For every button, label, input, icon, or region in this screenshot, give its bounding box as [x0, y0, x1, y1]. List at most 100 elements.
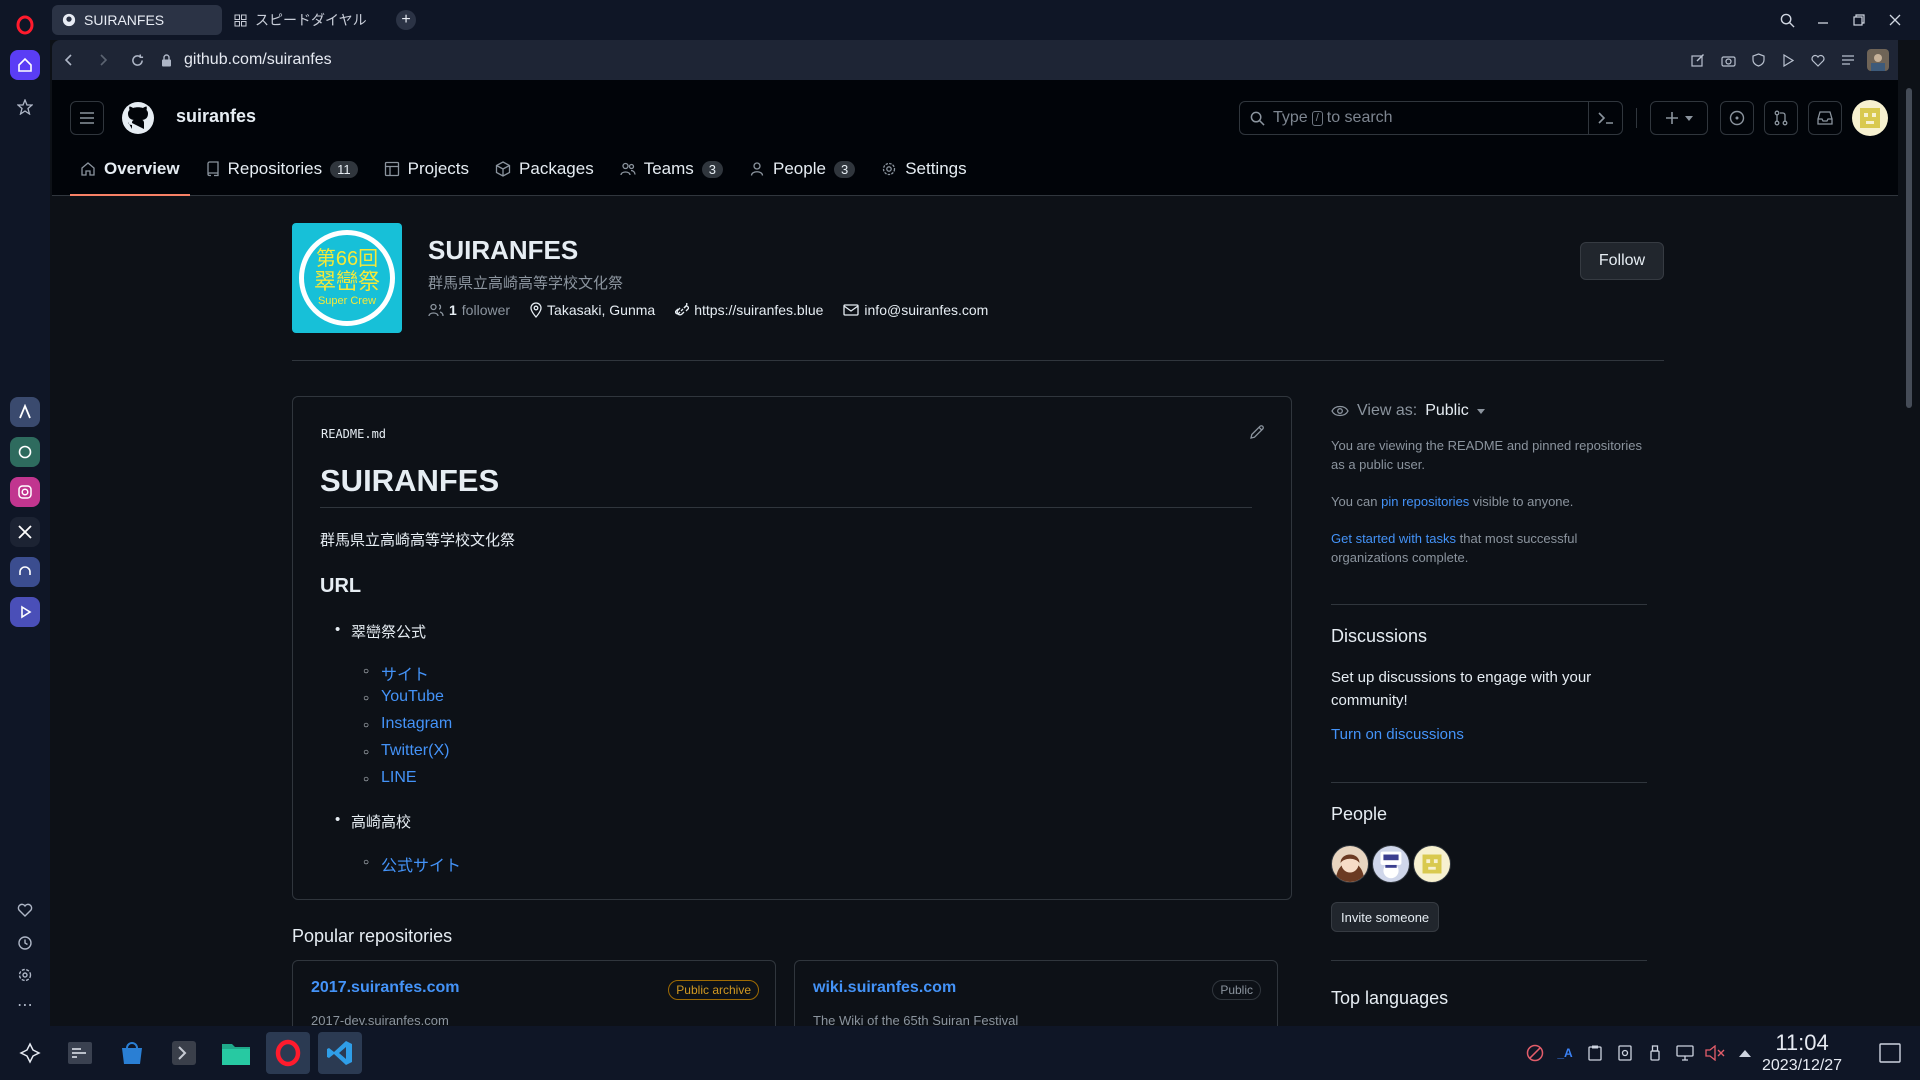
opera-logo-icon[interactable] [10, 10, 40, 40]
player-icon[interactable] [10, 597, 40, 627]
blocked-icon[interactable] [1524, 1040, 1546, 1066]
pin-repositories-link[interactable]: pin repositories [1381, 494, 1469, 509]
link-twitter[interactable]: Twitter(X) [363, 742, 450, 760]
repo-name-link[interactable]: wiki.suiranfes.com [813, 979, 956, 997]
link-instagram[interactable]: Instagram [363, 715, 452, 733]
music-player-icon[interactable] [10, 557, 40, 587]
tab-projects[interactable]: Projects [374, 142, 479, 196]
tab-teams[interactable]: Teams 3 [610, 142, 733, 196]
store-icon[interactable] [110, 1032, 154, 1074]
tab-label: SUIRANFES [84, 12, 165, 28]
konsole-icon[interactable] [162, 1032, 206, 1074]
link-official-site[interactable]: 公式サイト [363, 852, 461, 876]
create-new-button[interactable] [1650, 101, 1708, 135]
close-icon[interactable] [1884, 9, 1906, 31]
tab-speed-dial[interactable]: スピードダイヤル [224, 5, 384, 35]
website-link[interactable]: https://suiranfes.blue [675, 302, 823, 318]
show-desktop-icon[interactable] [1878, 1040, 1902, 1066]
page-scrollbar[interactable] [1898, 80, 1920, 1026]
hamburger-menu-button[interactable] [70, 101, 104, 135]
tab-people[interactable]: People 3 [739, 142, 865, 196]
tab-repositories[interactable]: Repositories 11 [196, 142, 368, 196]
tab-overview[interactable]: Overview [70, 142, 190, 196]
home-icon[interactable] [10, 50, 40, 80]
tab-packages[interactable]: Packages [485, 142, 604, 196]
search-input[interactable]: Type / to search [1239, 101, 1623, 135]
tab-label: Projects [407, 159, 470, 178]
avatar[interactable] [1372, 845, 1410, 883]
link-site[interactable]: サイト [363, 661, 429, 685]
heart-icon[interactable] [1806, 48, 1830, 72]
edit-icon[interactable] [1686, 48, 1710, 72]
tab-suiranfes[interactable]: SUIRANFES [52, 5, 222, 35]
follow-button[interactable]: Follow [1580, 242, 1664, 280]
clipboard-icon[interactable] [1584, 1040, 1606, 1066]
home-icon [80, 161, 96, 177]
more-icon[interactable]: ⋯ [10, 990, 40, 1020]
pull-requests-button[interactable] [1764, 101, 1798, 135]
people-title: People [1331, 804, 1388, 824]
invite-someone-button[interactable]: Invite someone [1331, 902, 1440, 932]
heart-icon[interactable] [10, 895, 40, 925]
get-started-tasks-link[interactable]: Get started with tasks [1331, 531, 1456, 546]
profile-avatar-icon[interactable] [1866, 48, 1890, 72]
view-as-selector[interactable]: View as: Public [1331, 402, 1647, 420]
file-manager-icon[interactable] [214, 1032, 258, 1074]
settings-icon[interactable] [10, 960, 40, 990]
sidebar-divider [1331, 960, 1647, 961]
scrollbar-thumb[interactable] [1906, 88, 1912, 408]
network-icon[interactable] [1674, 1040, 1696, 1066]
forward-icon[interactable] [86, 43, 120, 77]
vscode-icon[interactable] [318, 1032, 362, 1074]
readme-filename[interactable]: README.md [321, 427, 386, 441]
tab-label: Packages [519, 159, 594, 178]
reload-icon[interactable] [120, 43, 154, 77]
camera-icon[interactable] [1716, 48, 1740, 72]
chatgpt-icon[interactable] [10, 437, 40, 467]
tab-settings[interactable]: Settings [871, 142, 976, 196]
mail-icon [843, 304, 860, 316]
volume-muted-icon[interactable] [1704, 1040, 1726, 1066]
command-palette-icon[interactable] [1588, 102, 1622, 134]
system-clock[interactable]: 11:04 2023/12/27 [1762, 1032, 1842, 1076]
usb-device-icon[interactable] [1644, 1040, 1666, 1066]
inbox-button[interactable] [1808, 101, 1842, 135]
x-twitter-icon[interactable] [10, 517, 40, 547]
history-icon[interactable] [10, 928, 40, 958]
play-icon[interactable] [1776, 48, 1800, 72]
app-launcher-icon[interactable] [8, 1032, 52, 1074]
tray-expand-icon[interactable] [1734, 1040, 1756, 1066]
input-method-icon[interactable]: _A [1554, 1040, 1576, 1066]
avatar[interactable] [1413, 845, 1451, 883]
email-link[interactable]: info@suiranfes.com [843, 302, 988, 318]
issues-button[interactable] [1720, 101, 1754, 135]
opera-taskbar-icon[interactable] [266, 1032, 310, 1074]
instagram-icon[interactable] [10, 477, 40, 507]
avatar[interactable] [1331, 845, 1369, 883]
user-avatar[interactable] [1852, 100, 1888, 136]
minimize-icon[interactable] [1812, 9, 1834, 31]
lock-icon[interactable] [154, 43, 178, 77]
people-avatars [1331, 845, 1647, 883]
shield-icon[interactable] [1746, 48, 1770, 72]
org-handle[interactable]: suiranfes [176, 106, 256, 127]
back-icon[interactable] [52, 43, 86, 77]
link-line[interactable]: LINE [363, 769, 416, 787]
terminal-icon[interactable] [58, 1032, 102, 1074]
search-tabs-icon[interactable] [1776, 9, 1798, 31]
star-icon[interactable] [10, 92, 40, 122]
turn-on-discussions-link[interactable]: Turn on discussions [1331, 726, 1647, 743]
repo-name-link[interactable]: 2017.suiranfes.com [311, 979, 460, 997]
url-field[interactable]: github.com/suiranfes [184, 51, 332, 69]
profile-divider [292, 360, 1664, 361]
menu-icon[interactable] [1836, 48, 1860, 72]
new-tab-button[interactable]: + [396, 10, 416, 30]
vault-icon[interactable] [1614, 1040, 1636, 1066]
restore-icon[interactable] [1848, 9, 1870, 31]
link-youtube[interactable]: YouTube [363, 688, 444, 706]
followers-link[interactable]: 1 follower [428, 302, 510, 318]
github-logo-icon[interactable] [121, 101, 155, 135]
caret-down-icon [1685, 115, 1693, 121]
pencil-icon[interactable] [1249, 424, 1265, 440]
aria-icon[interactable] [10, 397, 40, 427]
